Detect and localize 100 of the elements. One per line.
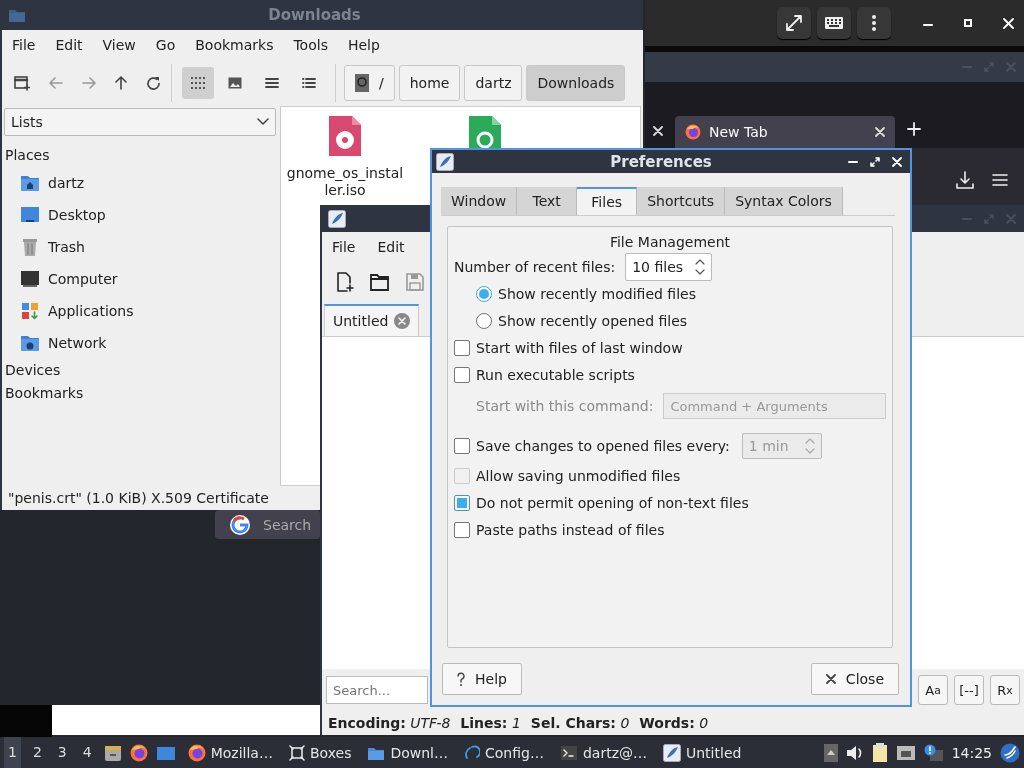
google-icon (229, 513, 251, 536)
option-label: Run executable scripts (476, 366, 635, 383)
search-option-button[interactable]: [--] (954, 675, 984, 705)
option-label: Start with files of last window (476, 339, 683, 356)
menu-icon[interactable] (992, 173, 1008, 187)
feather-icon (663, 743, 681, 762)
start-menu-icon[interactable] (1000, 742, 1020, 763)
tab[interactable]: Text (517, 187, 578, 215)
checkbox[interactable] (454, 339, 470, 356)
window-icon[interactable] (155, 744, 176, 761)
option-label: Allow saving unmodified files (476, 467, 681, 484)
more-button[interactable] (857, 7, 891, 39)
sidebar-item[interactable]: Desktop (2, 199, 278, 231)
list-icon (265, 77, 279, 89)
firefox-icon (685, 124, 701, 140)
sidebar-item[interactable]: Computer (2, 263, 278, 295)
firefox-icon[interactable] (129, 743, 148, 762)
radio-button[interactable] (476, 312, 492, 329)
view-button[interactable] (182, 67, 214, 99)
spin-arrows-icon (804, 438, 815, 454)
new-tab-icon[interactable] (907, 122, 921, 136)
workspace-button[interactable]: 3 (53, 737, 71, 768)
status-text: Encoding: UTF-8 (328, 715, 451, 731)
browser-tab[interactable]: New Tab (675, 116, 895, 148)
group-title: File Management (608, 233, 732, 252)
search-field[interactable]: Search... (326, 676, 428, 704)
tab[interactable]: Window (441, 187, 518, 215)
status-text: Lines: 1 (460, 715, 521, 731)
caret-icon (257, 118, 269, 126)
fullscreen-button[interactable] (777, 7, 811, 39)
open-folder-icon[interactable] (370, 273, 390, 291)
tab[interactable]: Shortcuts (637, 187, 726, 215)
option-label: Save changes to opened files every: (476, 438, 730, 454)
feather-icon (328, 209, 346, 228)
sidebar-item[interactable]: Network (2, 327, 278, 359)
checkbox[interactable] (454, 494, 470, 511)
menu-item[interactable]: File (12, 37, 36, 53)
document-tab[interactable]: Untitled (324, 304, 420, 336)
reload-icon[interactable] (146, 75, 161, 91)
help-button[interactable]: Help (442, 663, 522, 695)
workspace-button[interactable]: 1 (4, 737, 21, 768)
file-cabinet-icon[interactable] (103, 743, 122, 762)
task-button[interactable]: Config… (460, 738, 548, 767)
path-button[interactable]: / (344, 65, 395, 101)
task-button[interactable]: Untitled (659, 738, 746, 767)
up-arrow-icon[interactable] (115, 76, 127, 90)
search-field[interactable]: Search (215, 510, 320, 539)
volume-icon[interactable] (845, 744, 864, 761)
status-text: Words: 0 (639, 715, 709, 731)
side-pane-dropdown[interactable]: Lists (4, 108, 276, 136)
section-heading[interactable]: Devices (2, 359, 278, 382)
terminal-icon (559, 744, 578, 761)
path-button[interactable]: dartz (464, 65, 523, 101)
firefox-icon[interactable] (187, 743, 206, 762)
keyboard-button[interactable] (817, 7, 851, 39)
clock[interactable]: 14:25 (951, 744, 992, 761)
path-button[interactable]: home (398, 65, 461, 101)
new-window-icon[interactable] (14, 75, 30, 91)
tab[interactable]: Files (577, 187, 638, 215)
clipboard-icon[interactable] (871, 742, 888, 763)
menu-item[interactable]: View (102, 37, 136, 53)
new-file-icon[interactable] (336, 272, 354, 292)
file-name[interactable]: gnome_os_installer.iso (285, 165, 405, 199)
menu-item[interactable]: Go (155, 37, 176, 53)
task-button[interactable]: Boxes (284, 738, 356, 767)
task-button[interactable]: Downl… (363, 738, 452, 767)
menu-item[interactable]: File (332, 239, 356, 255)
menu-item[interactable]: Edit (55, 37, 83, 53)
section-heading[interactable]: Places (2, 144, 278, 167)
path-button[interactable]: Downloads (526, 65, 626, 101)
sidebar-item[interactable]: Applications (2, 295, 278, 327)
grid-view-icon (191, 76, 205, 90)
tab[interactable]: Syntax Colors (725, 187, 843, 215)
show-hidden-icon[interactable] (823, 743, 838, 762)
field-label: Number of recent files: (454, 258, 616, 275)
checkbox[interactable] (454, 366, 470, 383)
checkbox[interactable] (454, 438, 470, 454)
workspace-button[interactable]: 2 (28, 737, 46, 768)
option-label: Do not permit opening of non-text files (476, 494, 749, 511)
spin-box[interactable]: 10 files (625, 252, 713, 281)
task-button[interactable]: dartz@… (555, 738, 651, 767)
menu-item[interactable]: Edit (377, 239, 405, 255)
window-title: Preferences (609, 152, 713, 171)
download-icon[interactable] (956, 171, 974, 189)
desktop-icon (20, 206, 40, 224)
sidebar-item[interactable]: Trash (2, 231, 278, 263)
menu-item[interactable]: Tools (293, 37, 328, 53)
checkbox[interactable] (454, 521, 470, 538)
task-button[interactable]: Mozilla… (183, 738, 277, 767)
notification-icon[interactable] (923, 743, 944, 762)
menu-item[interactable]: Bookmarks (195, 37, 274, 53)
close-button[interactable]: Close (810, 663, 899, 695)
close-icon[interactable] (825, 674, 836, 684)
option-label: Show recently opened files (498, 312, 688, 329)
drive-icon (355, 74, 369, 92)
workspace-button[interactable]: 4 (78, 737, 96, 768)
sidebar-item[interactable]: dartz (2, 167, 278, 199)
section-heading[interactable]: Bookmarks (2, 382, 278, 405)
radio-button[interactable] (476, 285, 492, 302)
menu-item[interactable]: Help (347, 37, 380, 53)
